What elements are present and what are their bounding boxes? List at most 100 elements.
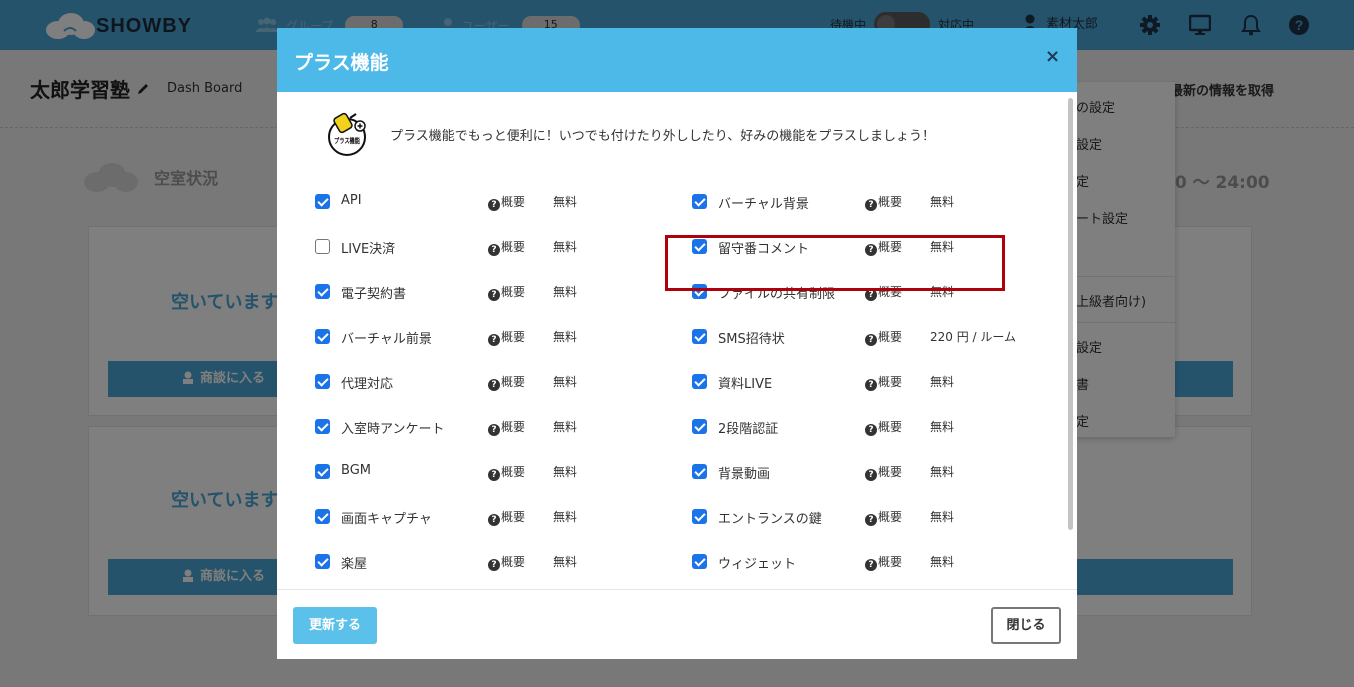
feature-summary-link[interactable]: ? 概要 <box>865 553 902 571</box>
question-circle-icon: ? <box>865 199 877 211</box>
feature-checkbox[interactable] <box>315 239 330 254</box>
question-circle-icon: ? <box>488 424 500 436</box>
feature-checkbox[interactable] <box>692 194 707 209</box>
question-circle-icon: ? <box>865 424 877 436</box>
feature-price: 無料 <box>553 240 578 254</box>
feature-row: LIVE決済 ? 概要 無料 <box>315 237 685 257</box>
question-circle-icon: ? <box>488 289 500 301</box>
plus-features-modal: プラス機能 × プラス機能 プラス機能でもっと便利に！いつでも付けたり外ししたり… <box>277 28 1077 659</box>
feature-checkbox[interactable] <box>692 374 707 389</box>
feature-checkbox[interactable] <box>692 509 707 524</box>
question-circle-icon: ? <box>865 514 877 526</box>
feature-summary-link[interactable]: ? 概要 <box>488 238 525 256</box>
feature-row: SMS招待状? 概要 220 円 / ルーム <box>692 327 1062 347</box>
feature-name[interactable]: バーチャル前景 <box>341 328 432 347</box>
feature-checkbox[interactable] <box>315 554 330 569</box>
question-circle-icon: ? <box>488 559 500 571</box>
feature-row: BGM ? 概要 無料 <box>315 462 685 482</box>
feature-row: 資料LIVE ? 概要 無料 <box>692 372 1062 392</box>
feature-name[interactable]: バーチャル背景 <box>718 193 809 212</box>
feature-summary-label: 概要 <box>501 555 526 569</box>
feature-row: API? 概要 無料 <box>315 192 685 212</box>
feature-price: 無料 <box>930 195 955 209</box>
feature-summary-label: 概要 <box>501 465 526 479</box>
feature-summary-label: 概要 <box>878 420 903 434</box>
feature-summary-link[interactable]: ? 概要 <box>865 193 902 211</box>
feature-summary-label: 概要 <box>878 555 903 569</box>
question-circle-icon: ? <box>488 199 500 211</box>
feature-summary-link[interactable]: ? 概要 <box>488 193 525 211</box>
feature-name[interactable]: 画面キャプチャ <box>341 508 432 527</box>
feature-name[interactable]: BGM <box>341 463 371 478</box>
feature-summary-link[interactable]: ? 概要 <box>488 418 525 436</box>
feature-price: 無料 <box>553 465 578 479</box>
feature-price: 無料 <box>930 420 955 434</box>
question-circle-icon: ? <box>865 469 877 481</box>
feature-summary-label: 概要 <box>878 510 903 524</box>
intro-text: プラス機能でもっと便利に！いつでも付けたり外ししたり、好みの機能をプラスしましょ… <box>390 129 935 144</box>
feature-summary-link[interactable]: ? 概要 <box>488 283 525 301</box>
feature-checkbox[interactable] <box>692 419 707 434</box>
feature-row: 2段階認証? 概要 無料 <box>692 417 1062 437</box>
feature-name[interactable]: API <box>341 193 362 208</box>
feature-checkbox[interactable] <box>315 284 330 299</box>
feature-summary-label: 概要 <box>501 195 526 209</box>
feature-name[interactable]: 入室時アンケート <box>341 418 444 437</box>
feature-name[interactable]: 背景動画 <box>718 463 770 482</box>
feature-summary-link[interactable]: ? 概要 <box>488 463 525 481</box>
modal-footer: 更新する 閉じる <box>277 589 1077 659</box>
feature-name[interactable]: エントランスの鍵 <box>718 508 822 527</box>
question-circle-icon: ? <box>865 334 877 346</box>
feature-summary-link[interactable]: ? 概要 <box>488 508 525 526</box>
feature-name[interactable]: LIVE決済 <box>341 238 395 257</box>
feature-summary-link[interactable]: ? 概要 <box>488 553 525 571</box>
feature-summary-label: 概要 <box>878 465 903 479</box>
feature-checkbox[interactable] <box>692 329 707 344</box>
feature-name[interactable]: 2段階認証 <box>718 418 778 437</box>
feature-price: 無料 <box>930 465 955 479</box>
highlight-box <box>665 235 1005 291</box>
feature-name[interactable]: 楽屋 <box>341 553 367 572</box>
feature-checkbox[interactable] <box>315 464 330 479</box>
feature-checkbox[interactable] <box>692 464 707 479</box>
feature-summary-link[interactable]: ? 概要 <box>865 463 902 481</box>
feature-summary-link[interactable]: ? 概要 <box>865 418 902 436</box>
close-button[interactable]: 閉じる <box>991 607 1061 644</box>
scrollbar-thumb[interactable] <box>1068 98 1073 530</box>
feature-summary-label: 概要 <box>501 240 526 254</box>
feature-summary-link[interactable]: ? 概要 <box>865 328 902 346</box>
feature-summary-link[interactable]: ? 概要 <box>488 328 525 346</box>
feature-checkbox[interactable] <box>315 194 330 209</box>
feature-price: 220 円 / ルーム <box>930 330 1017 344</box>
modal-header: プラス機能 × <box>277 28 1077 92</box>
feature-price: 無料 <box>553 330 578 344</box>
feature-summary-label: 概要 <box>501 330 526 344</box>
feature-row: エントランスの鍵? 概要 無料 <box>692 507 1062 527</box>
feature-summary-link[interactable]: ? 概要 <box>488 373 525 391</box>
feature-checkbox[interactable] <box>315 419 330 434</box>
feature-summary-label: 概要 <box>878 330 903 344</box>
question-circle-icon: ? <box>865 379 877 391</box>
feature-summary-link[interactable]: ? 概要 <box>865 508 902 526</box>
feature-summary-link[interactable]: ? 概要 <box>865 373 902 391</box>
plus-feature-plug-icon: プラス機能 <box>328 112 366 156</box>
feature-summary-label: 概要 <box>501 285 526 299</box>
question-circle-icon: ? <box>488 379 500 391</box>
question-circle-icon: ? <box>488 334 500 346</box>
feature-price: 無料 <box>553 420 578 434</box>
feature-name[interactable]: SMS招待状 <box>718 328 785 347</box>
feature-name[interactable]: 代理対応 <box>341 373 393 392</box>
feature-checkbox[interactable] <box>315 329 330 344</box>
feature-name[interactable]: ウィジェット <box>718 553 796 572</box>
feature-name[interactable]: 電子契約書 <box>341 283 406 302</box>
update-button[interactable]: 更新する <box>293 607 377 644</box>
close-icon[interactable]: × <box>1045 46 1060 67</box>
feature-checkbox[interactable] <box>315 374 330 389</box>
feature-price: 無料 <box>930 375 955 389</box>
feature-checkbox[interactable] <box>692 554 707 569</box>
feature-summary-label: 概要 <box>878 195 903 209</box>
feature-name[interactable]: 資料LIVE <box>718 373 772 392</box>
feature-price: 無料 <box>553 375 578 389</box>
modal-title: プラス機能 <box>294 52 389 74</box>
feature-checkbox[interactable] <box>315 509 330 524</box>
